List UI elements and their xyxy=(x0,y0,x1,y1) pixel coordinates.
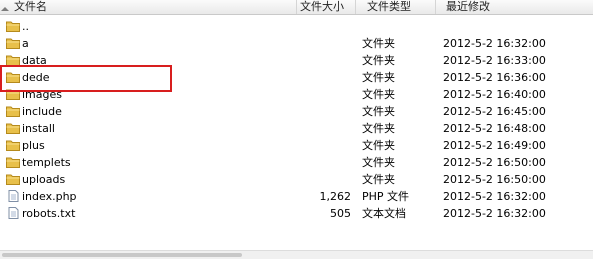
file-modified: 2012-5-2 16:48:00 xyxy=(443,122,546,135)
file-modified: 2012-5-2 16:50:00 xyxy=(443,156,546,169)
folder-icon xyxy=(6,139,20,151)
sort-ascending-icon xyxy=(1,7,9,11)
file-type: 文本文档 xyxy=(362,207,406,220)
file-name: a xyxy=(22,37,29,50)
file-row[interactable]: include 文件夹 2012-5-2 16:45:00 xyxy=(0,103,593,120)
folder-icon xyxy=(6,37,20,49)
scrollbar-thumb[interactable] xyxy=(2,253,242,257)
file-name: plus xyxy=(22,139,45,152)
file-modified: 2012-5-2 16:49:00 xyxy=(443,139,546,152)
file-name: include xyxy=(22,105,62,118)
file-type: 文件夹 xyxy=(362,105,395,118)
file-modified: 2012-5-2 16:32:00 xyxy=(443,37,546,50)
file-name: uploads xyxy=(22,173,66,186)
folder-icon xyxy=(6,20,20,32)
folder-icon xyxy=(6,156,20,168)
file-name: robots.txt xyxy=(22,207,76,220)
file-row[interactable]: install 文件夹 2012-5-2 16:48:00 xyxy=(0,120,593,137)
file-type: 文件夹 xyxy=(362,122,395,135)
folder-icon xyxy=(6,122,20,134)
file-size: 1,262 xyxy=(319,190,352,203)
file-row[interactable]: plus 文件夹 2012-5-2 16:49:00 xyxy=(0,137,593,154)
file-type: 文件夹 xyxy=(362,173,395,186)
file-type: PHP 文件 xyxy=(362,190,410,203)
column-header-modified[interactable]: 最近修改 xyxy=(436,0,593,14)
file-row[interactable]: .. xyxy=(0,18,593,35)
file-name: index.php xyxy=(22,190,77,203)
column-header: 文件名 文件大小 文件类型 最近修改 xyxy=(0,0,593,15)
file-modified: 2012-5-2 16:45:00 xyxy=(443,105,546,118)
file-icon xyxy=(6,207,20,219)
file-size: 505 xyxy=(330,207,351,220)
file-type: 文件夹 xyxy=(362,88,395,101)
folder-icon xyxy=(6,105,20,117)
file-type: 文件夹 xyxy=(362,139,395,152)
file-name: install xyxy=(22,122,55,135)
file-row[interactable]: a 文件夹 2012-5-2 16:32:00 xyxy=(0,35,593,52)
file-modified: 2012-5-2 16:33:00 xyxy=(443,54,546,67)
file-type: 文件夹 xyxy=(362,156,395,169)
file-icon xyxy=(6,190,20,202)
file-modified: 2012-5-2 16:40:00 xyxy=(443,88,546,101)
file-type: 文件夹 xyxy=(362,71,395,84)
file-row[interactable]: templets 文件夹 2012-5-2 16:50:00 xyxy=(0,154,593,171)
column-header-size[interactable]: 文件大小 xyxy=(297,0,356,14)
horizontal-scrollbar[interactable] xyxy=(0,250,593,259)
file-modified: 2012-5-2 16:36:00 xyxy=(443,71,546,84)
file-modified: 2012-5-2 16:32:00 xyxy=(443,207,546,220)
file-row[interactable]: uploads 文件夹 2012-5-2 16:50:00 xyxy=(0,171,593,188)
folder-icon xyxy=(6,173,20,185)
file-list: .. a 文件夹 2012-5-2 16:32:00 data 文件夹 2012-5-2 1… xyxy=(0,18,593,222)
file-modified: 2012-5-2 16:50:00 xyxy=(443,173,546,186)
column-header-name[interactable]: 文件名 xyxy=(0,0,297,14)
file-row[interactable]: index.php 1,262 PHP 文件 2012-5-2 16:32:00 xyxy=(0,188,593,205)
file-row[interactable]: robots.txt 505 文本文档 2012-5-2 16:32:00 xyxy=(0,205,593,222)
file-name: .. xyxy=(22,20,29,33)
column-header-type[interactable]: 文件类型 xyxy=(356,0,436,14)
file-type: 文件夹 xyxy=(362,54,395,67)
file-type: 文件夹 xyxy=(362,37,395,50)
file-name: templets xyxy=(22,156,71,169)
file-modified: 2012-5-2 16:32:00 xyxy=(443,190,546,203)
selection-highlight-box xyxy=(0,65,172,92)
